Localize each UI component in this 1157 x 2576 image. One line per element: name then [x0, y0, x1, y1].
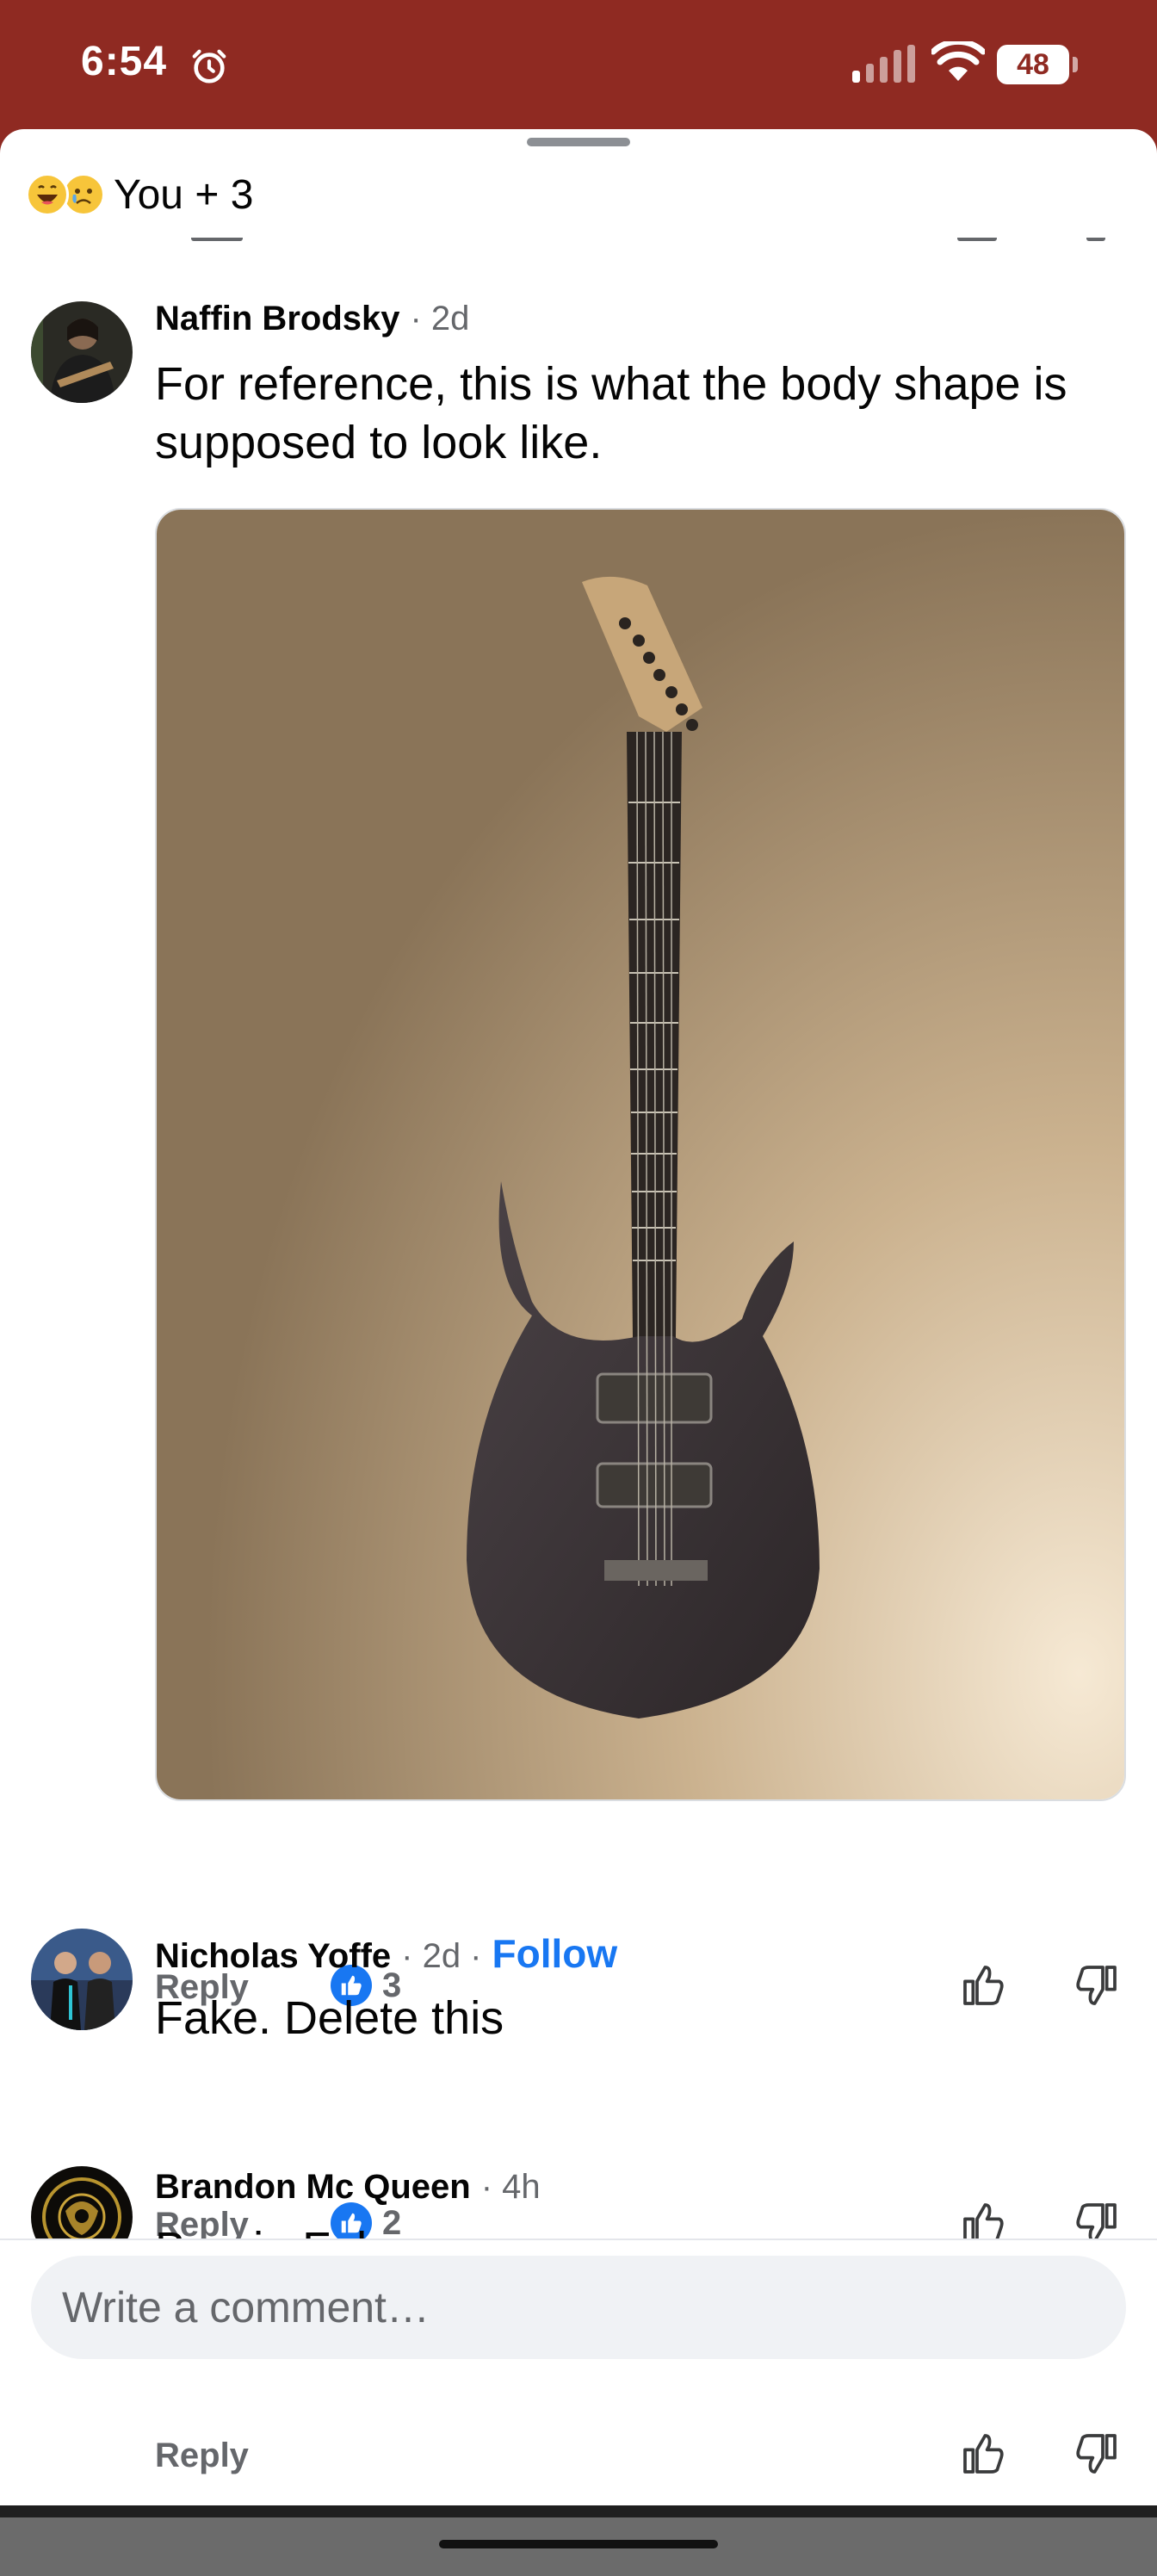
comment-actions: Reply: [155, 2430, 1128, 2481]
follow-button[interactable]: Follow: [492, 1930, 618, 1977]
battery-level: 48: [997, 45, 1069, 84]
comment-input[interactable]: [31, 2256, 1126, 2359]
comment-text: For reference, this is what the body sha…: [155, 358, 1067, 468]
comments-sheet[interactable]: You + 3 Naffin Brodsky · 2d For referenc…: [0, 129, 1157, 2505]
battery-cap: [1073, 57, 1078, 72]
avatar[interactable]: [31, 301, 133, 403]
comment-time: · 4h: [480, 2168, 541, 2206]
comment-header: Brandon Mc Queen · 4h: [155, 2168, 541, 2207]
comment-header: Naffin Brodsky · 2d: [155, 300, 469, 338]
comment-text: Fake. Delete this: [155, 1992, 504, 2044]
bottom-bar: [0, 2505, 1157, 2576]
bottom-edge: [0, 2505, 1157, 2517]
thumb-down-icon[interactable]: [1073, 2430, 1121, 2478]
thumb-up-icon[interactable]: [959, 2430, 1007, 2478]
guitar-photo: [157, 510, 1124, 1799]
wifi-icon: [931, 41, 985, 81]
reactions-label: You + 3: [114, 171, 254, 218]
battery-indicator: 48: [997, 45, 1078, 84]
haha-reaction-icon: [26, 173, 69, 216]
home-indicator[interactable]: [439, 2540, 718, 2548]
status-time: 6:54: [81, 39, 168, 84]
status-bar: 6:54 48: [0, 0, 1157, 129]
commenter-name[interactable]: Brandon Mc Queen: [155, 2168, 471, 2207]
comment-time: · 2d ·: [401, 1937, 482, 1975]
comment-image[interactable]: [155, 508, 1126, 1801]
comment-header: Nicholas Yoffe · 2d · Follow: [155, 1930, 617, 1977]
commenter-name[interactable]: Nicholas Yoffe: [155, 1937, 391, 1976]
clipped-previous-actions: [0, 238, 1157, 245]
signal-icon: [852, 45, 915, 83]
comment-time: · 2d: [410, 300, 470, 337]
alarm-icon: [192, 49, 226, 84]
reply-button[interactable]: Reply: [155, 2437, 249, 2475]
commenter-name[interactable]: Naffin Brodsky: [155, 300, 400, 338]
avatar[interactable]: [31, 1929, 133, 2030]
reactions-summary[interactable]: You + 3: [26, 164, 253, 226]
sheet-drag-handle[interactable]: [527, 138, 630, 146]
comment-composer: [0, 2239, 1157, 2376]
